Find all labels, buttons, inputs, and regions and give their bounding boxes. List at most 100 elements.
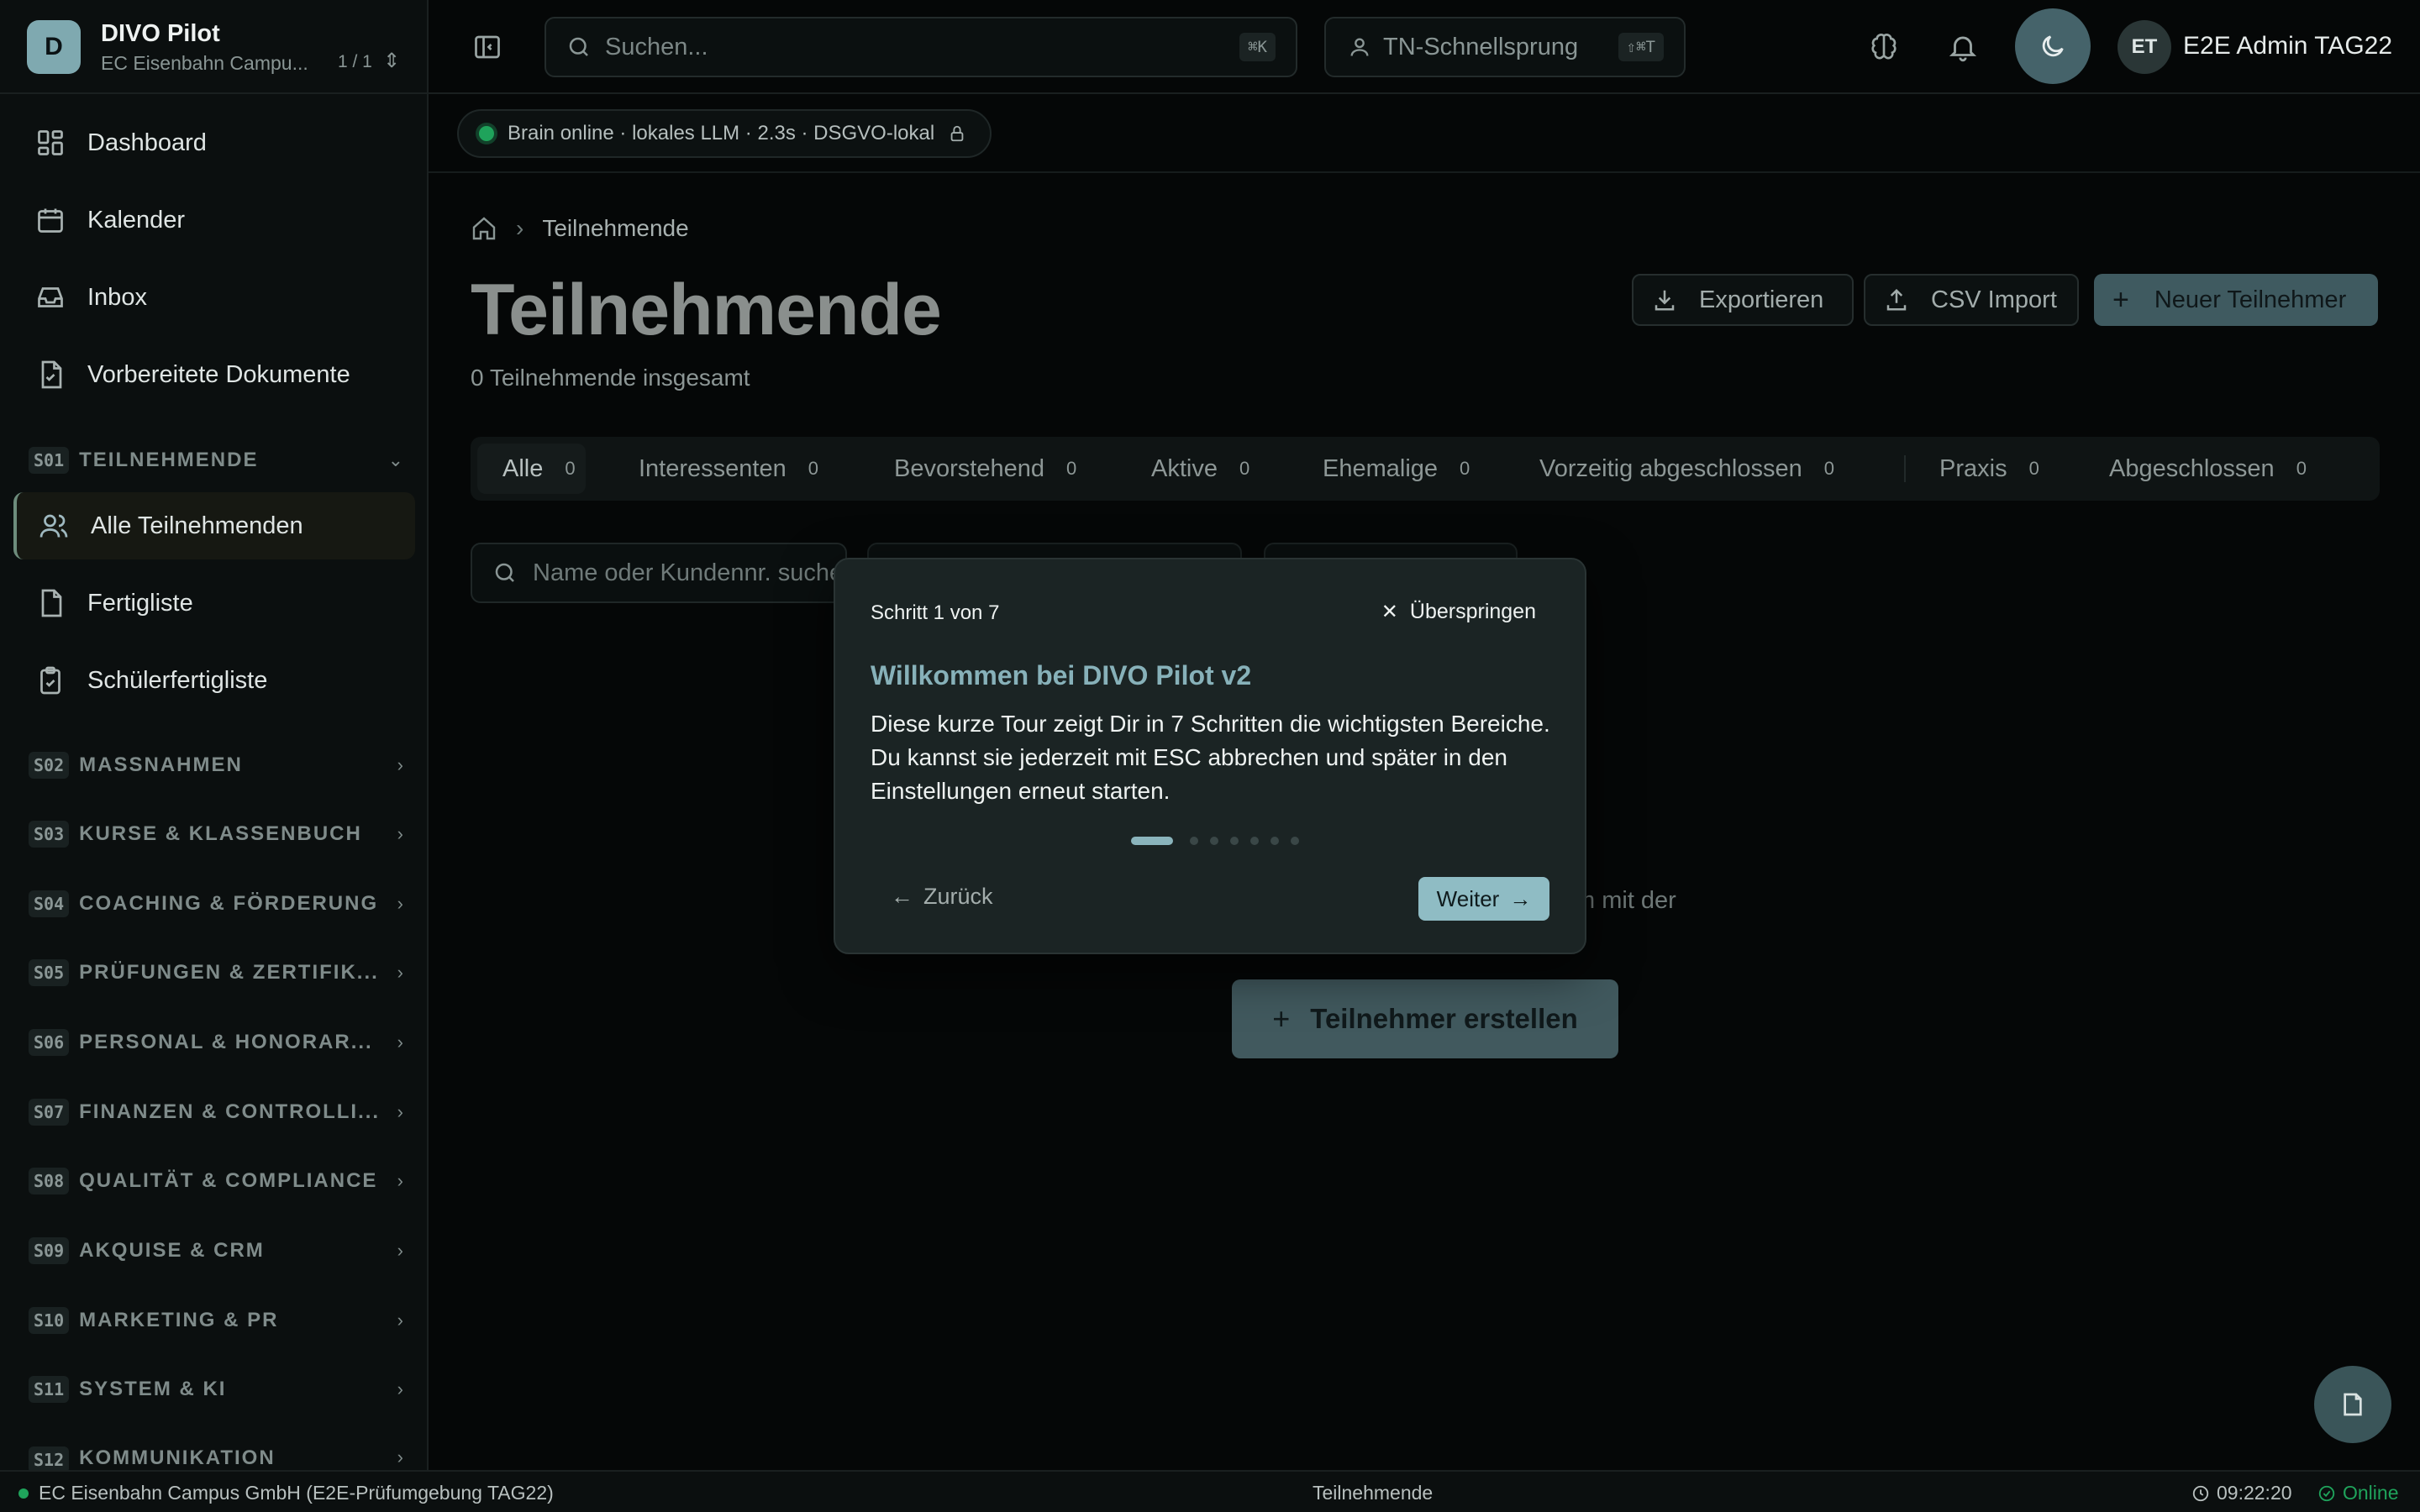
sidebar-item-label: Fertigliste	[87, 589, 193, 617]
section-label: KURSE & KLASSENBUCH	[79, 822, 362, 845]
section-code: S09	[29, 1237, 70, 1264]
tab-label: Praxis	[1939, 454, 2007, 482]
tab-abgeschlossen[interactable]: Abgeschlossen 0	[2084, 444, 2317, 494]
section-code: S11	[29, 1376, 70, 1403]
new-participant-button[interactable]: + Neuer Teilnehmer	[2094, 274, 2378, 326]
section-label: TEILNEHMENDE	[79, 449, 259, 471]
skip-tour-button[interactable]: ✕ Überspringen	[1381, 600, 1536, 624]
participant-search-placeholder: Name oder Kundennr. suchen...	[533, 559, 847, 586]
close-icon: ✕	[1381, 601, 1398, 623]
section-label: MASSNAHMEN	[79, 753, 243, 776]
tour-title: Willkommen bei DIVO Pilot v2	[871, 660, 1252, 690]
tour-progress-dot	[1230, 837, 1239, 845]
next-button[interactable]: Weiter →	[1418, 877, 1549, 921]
tab-divider	[1904, 455, 1906, 482]
back-label: Zurück	[923, 884, 993, 909]
section-label: MARKETING & PR	[79, 1309, 279, 1331]
sidebar-item-schuelerfertigliste[interactable]: Schülerfertigliste	[13, 647, 415, 714]
back-button[interactable]: ← Zurück	[891, 884, 993, 910]
section-toggle-s06[interactable]: S06 PERSONAL & HONORAR... ›	[29, 1026, 403, 1059]
tab-praxis[interactable]: Praxis 0	[1914, 444, 2049, 494]
quick-jump-shortcut: ⇧⌘T	[1618, 33, 1664, 61]
sidebar-item-dashboard[interactable]: Dashboard	[13, 109, 415, 176]
download-icon	[1652, 287, 1677, 312]
tab-bevorstehend[interactable]: Bevorstehend 0	[869, 444, 1086, 494]
sidebar-toggle-icon[interactable]	[469, 29, 506, 66]
floating-notes-button[interactable]	[2314, 1366, 2391, 1443]
page-title: Teilnehmende	[471, 270, 942, 350]
section-toggle-s02[interactable]: S02 MASSNAHMEN ›	[29, 748, 403, 782]
tab-interessenten[interactable]: Interessenten 0	[613, 444, 829, 494]
export-button[interactable]: Exportieren	[1632, 274, 1854, 326]
create-participant-button[interactable]: + Teilnehmer erstellen	[1232, 979, 1618, 1058]
section-label: QUALITÄT & COMPLIANCE	[79, 1169, 378, 1192]
bell-icon[interactable]	[1943, 27, 1983, 67]
section-toggle-s07[interactable]: S07 FINANZEN & CONTROLLI... ›	[29, 1095, 403, 1129]
tenant-count: 1 / 1	[338, 52, 372, 71]
brand-logo: D	[27, 20, 81, 74]
next-label: Weiter	[1436, 885, 1500, 911]
tab-label: Abgeschlossen	[2109, 454, 2275, 482]
tab-label: Aktive	[1151, 454, 1218, 482]
chevron-right-icon: ›	[397, 893, 403, 914]
section-toggle-s09[interactable]: S09 AKQUISE & CRM ›	[29, 1234, 403, 1268]
section-toggle-s05[interactable]: S05 PRÜFUNGEN & ZERTIFIK... ›	[29, 956, 403, 990]
tab-label: Alle	[502, 454, 544, 482]
tab-count: 0	[1239, 458, 1250, 479]
participant-search-input[interactable]: Name oder Kundennr. suchen...	[471, 543, 847, 603]
sidebar-item-label: Inbox	[87, 283, 147, 311]
tab-count: 0	[565, 458, 576, 479]
tour-progress-dot	[1190, 837, 1198, 845]
global-search-input[interactable]: Suchen... ⌘K	[544, 17, 1297, 77]
section-code: S02	[29, 752, 70, 779]
tab-label: Bevorstehend	[894, 454, 1044, 482]
chevron-right-icon: ›	[397, 1310, 403, 1331]
section-toggle-s01[interactable]: S01 TEILNEHMENDE ⌄	[29, 444, 403, 477]
sidebar-item-fertigliste[interactable]: Fertigliste	[13, 570, 415, 637]
chevron-right-icon: ›	[516, 215, 524, 241]
user-name[interactable]: E2E Admin TAG22	[2183, 32, 2392, 60]
tab-aktive[interactable]: Aktive 0	[1126, 444, 1260, 494]
section-code: S01	[29, 447, 70, 474]
brain-icon[interactable]	[1864, 27, 1904, 67]
sidebar-item-label: Alle Teilnehmenden	[91, 512, 303, 539]
sidebar-item-prepared-documents[interactable]: Vorbereitete Dokumente	[13, 341, 415, 408]
participant-quick-jump[interactable]: TN-Schnellsprung ⇧⌘T	[1324, 17, 1686, 77]
chevron-right-icon: ›	[397, 1101, 403, 1122]
tab-alle[interactable]: Alle 0	[477, 444, 586, 494]
sidebar-item-inbox[interactable]: Inbox	[13, 264, 415, 331]
sidebar-item-all-participants[interactable]: Alle Teilnehmenden	[13, 492, 415, 559]
sidebar-item-calendar[interactable]: Kalender	[13, 186, 415, 254]
online-label: Online	[2343, 1482, 2399, 1504]
section-toggle-s03[interactable]: S03 KURSE & KLASSENBUCH ›	[29, 817, 403, 851]
sidebar-item-label: Kalender	[87, 206, 186, 234]
section-code: S12	[29, 1446, 70, 1470]
section-toggle-s10[interactable]: S10 MARKETING & PR ›	[29, 1304, 403, 1337]
tenant-switcher[interactable]: D DIVO Pilot EC Eisenbahn Campu... 1 / 1…	[27, 20, 410, 74]
tab-vorzeitig-abgeschlossen[interactable]: Vorzeitig abgeschlossen 0	[1514, 444, 1844, 494]
tour-progress-dot	[1210, 837, 1218, 845]
breadcrumb-current: Teilnehmende	[542, 215, 689, 241]
onboarding-tour-dialog: Schritt 1 von 7 ✕ Überspringen Willkomme…	[834, 558, 1586, 954]
search-icon	[492, 560, 518, 585]
arrow-left-icon: ←	[891, 884, 913, 909]
top-bar: Suchen... ⌘K TN-Schnellsprung ⇧⌘T ET E2E…	[429, 0, 2420, 94]
section-toggle-s08[interactable]: S08 QUALITÄT & COMPLIANCE ›	[29, 1164, 403, 1198]
chevron-right-icon: ›	[397, 754, 403, 775]
section-toggle-s04[interactable]: S04 COACHING & FÖRDERUNG ›	[29, 887, 403, 921]
empty-state-text: m mit der	[1575, 887, 1676, 914]
csv-import-button[interactable]: CSV Import	[1864, 274, 2079, 326]
section-toggle-s12[interactable]: S12 KOMMUNIKATION ›	[29, 1441, 403, 1470]
theme-toggle-button[interactable]	[2015, 8, 2091, 84]
tab-ehemalige[interactable]: Ehemalige 0	[1297, 444, 1480, 494]
home-icon[interactable]	[471, 215, 497, 242]
section-code: S08	[29, 1168, 70, 1194]
chevron-right-icon: ›	[397, 1446, 403, 1467]
sidebar-item-label: Dashboard	[87, 129, 207, 156]
breadcrumb: › Teilnehmende	[471, 215, 689, 242]
divider	[0, 92, 429, 94]
skip-label: Überspringen	[1409, 600, 1536, 623]
avatar[interactable]: ET	[2118, 20, 2171, 74]
brain-status-badge[interactable]: Brain online · lokales LLM · 2.3s · DSGV…	[457, 109, 992, 158]
section-toggle-s11[interactable]: S11 SYSTEM & KI ›	[29, 1373, 403, 1406]
